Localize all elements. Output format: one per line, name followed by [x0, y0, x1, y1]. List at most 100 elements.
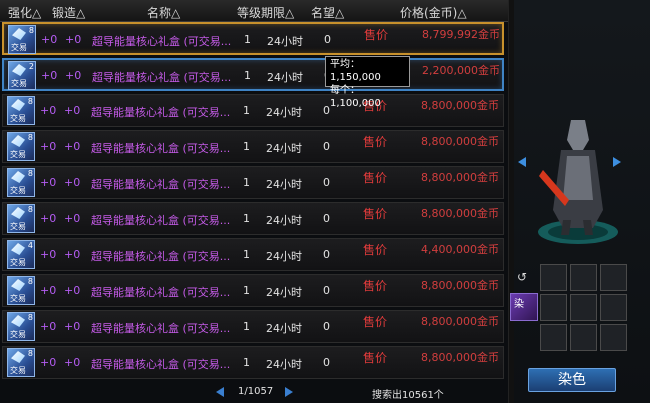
forge-value: +0	[64, 104, 81, 117]
next-page-icon[interactable]	[283, 386, 295, 398]
item-icon[interactable]: 8 交易	[7, 204, 35, 233]
sort-price-header[interactable]: 价格(金币)△	[400, 4, 467, 21]
enhance-value: +0	[41, 69, 58, 82]
auction-row[interactable]: 8 交易 +0 +0 超导能量核心礼盒 (可交易... 1 24小时 0 售价 8…	[2, 346, 504, 379]
equipment-slot[interactable]	[600, 324, 627, 351]
forge-value: +0	[64, 356, 81, 369]
character-preview	[538, 120, 618, 244]
sell-label: 售价	[363, 171, 388, 185]
auction-row[interactable]: 8 交易 +0 +0 超导能量核心礼盒 (可交易... 1 24小时 0 售价 8…	[2, 310, 504, 343]
fame-value: 0	[323, 356, 330, 369]
fame-value: 0	[324, 33, 331, 46]
dye-item-slot[interactable]: 染	[510, 293, 538, 321]
equipment-slot[interactable]	[540, 324, 567, 351]
price-value: 2,200,000金币	[422, 64, 500, 77]
fame-value: 0	[323, 320, 330, 333]
auction-row[interactable]: 8 交易 +0 +0 超导能量核心礼盒 (可交易... 1 24小时 0 售价 8…	[2, 274, 504, 307]
item-name: 超导能量核心礼盒 (可交易...	[92, 71, 232, 84]
page-indicator: 1/1057	[238, 386, 274, 397]
item-name: 超导能量核心礼盒 (可交易...	[92, 35, 232, 48]
prev-page-icon[interactable]	[214, 386, 226, 398]
sort-enhance-header[interactable]: 强化△	[8, 4, 41, 21]
period-value: 24小时	[266, 214, 302, 227]
item-name: 超导能量核心礼盒 (可交易...	[91, 358, 231, 371]
undo-icon[interactable]: ↺	[517, 270, 527, 284]
level-value: 1	[243, 104, 250, 117]
period-value: 24小时	[266, 250, 302, 263]
equipment-slot[interactable]	[600, 264, 627, 291]
auction-row[interactable]: 8 交易 +0 +0 超导能量核心礼盒 (可交易... 1 24小时 0 售价 8…	[2, 22, 504, 55]
tooltip-average: 平均：1,150,000	[330, 59, 381, 83]
item-name: 超导能量核心礼盒 (可交易...	[91, 178, 231, 191]
dye-button[interactable]: 染色	[528, 368, 616, 392]
item-icon[interactable]: 8 交易	[8, 25, 36, 54]
auction-row[interactable]: 2交易 +0 +0 超导能量核心礼盒 (可交易... 1 24小时 0 售价 2…	[2, 58, 504, 91]
level-value: 1	[244, 69, 251, 82]
auction-row[interactable]: 8 交易 +0 +0 超导能量核心礼盒 (可交易... 1 24小时 0 售价 8…	[2, 130, 504, 163]
price-value: 8,800,000金币	[421, 171, 499, 184]
item-icon[interactable]: 8 交易	[7, 276, 35, 305]
equipment-slot[interactable]	[540, 294, 567, 321]
dye-tag-label: 染	[514, 299, 524, 310]
price-tooltip: 平均：1,150,000 每个：1,100,000	[325, 56, 410, 109]
period-value: 24小时	[266, 106, 302, 119]
equipment-slot[interactable]	[570, 264, 597, 291]
auction-row[interactable]: 8 交易 +0 +0 超导能量核心礼盒 (可交易... 1 24小时 0 售价 8…	[2, 166, 504, 199]
search-result-count: 搜索出10561个	[372, 390, 444, 401]
level-value: 1	[243, 176, 250, 189]
sell-label: 售价	[363, 351, 388, 365]
period-value: 24小时	[266, 358, 302, 371]
enhance-value: +0	[40, 320, 57, 333]
column-header-bar: 强化△ 锻造△ 名称△ 等级期限△ 名望△ 价格(金币)△	[0, 0, 508, 22]
forge-value: +0	[65, 33, 82, 46]
enhance-value: +0	[40, 176, 57, 189]
sell-label: 售价	[363, 135, 388, 149]
forge-value: +0	[64, 248, 81, 261]
fame-value: 0	[323, 212, 330, 225]
fame-value: 0	[323, 104, 330, 117]
price-value: 8,800,000金币	[421, 315, 499, 328]
level-value: 1	[243, 140, 250, 153]
period-value: 24小时	[267, 35, 303, 48]
item-icon[interactable]: 8 交易	[7, 168, 35, 197]
item-name: 超导能量核心礼盒 (可交易...	[91, 322, 231, 335]
enhance-value: +0	[40, 284, 57, 297]
sort-level-period-header[interactable]: 等级期限△	[237, 4, 294, 21]
period-value: 24小时	[266, 142, 302, 155]
equipment-slot[interactable]	[570, 324, 597, 351]
item-name: 超导能量核心礼盒 (可交易...	[91, 250, 231, 263]
item-icon[interactable]: 8 交易	[7, 96, 35, 125]
period-value: 24小时	[266, 178, 302, 191]
price-value: 4,400,000金币	[421, 243, 499, 256]
item-icon[interactable]: 8 交易	[7, 132, 35, 161]
price-value: 8,800,000金币	[421, 207, 499, 220]
enhance-value: +0	[40, 212, 57, 225]
price-value: 8,800,000金币	[421, 135, 499, 148]
equipment-slot[interactable]	[540, 264, 567, 291]
tooltip-each: 每个：1,100,000	[330, 85, 381, 109]
forge-value: +0	[64, 176, 81, 189]
sort-fame-header[interactable]: 名望△	[311, 4, 344, 21]
fame-value: 0	[323, 140, 330, 153]
auction-row[interactable]: 8 交易 +0 +0 超导能量核心礼盒 (可交易... 1 24小时 0 售价 8…	[2, 94, 504, 127]
level-value: 1	[244, 33, 251, 46]
fame-value: 0	[323, 176, 330, 189]
sort-name-header[interactable]: 名称△	[147, 4, 180, 21]
fame-value: 0	[323, 248, 330, 261]
item-icon[interactable]: 4 交易	[7, 240, 35, 269]
sort-forge-header[interactable]: 锻造△	[52, 4, 85, 21]
item-name: 超导能量核心礼盒 (可交易...	[91, 214, 231, 227]
enhance-value: +0	[40, 104, 57, 117]
level-value: 1	[243, 356, 250, 369]
item-icon[interactable]: 8 交易	[7, 312, 35, 341]
equipment-slot[interactable]	[600, 294, 627, 321]
sell-label: 售价	[363, 243, 388, 257]
auction-row[interactable]: 8 交易 +0 +0 超导能量核心礼盒 (可交易... 1 24小时 0 售价 8…	[2, 202, 504, 235]
item-icon[interactable]: 8 交易	[7, 348, 35, 377]
level-value: 1	[243, 320, 250, 333]
equipment-slot[interactable]	[570, 294, 597, 321]
price-value: 8,800,000金币	[421, 351, 499, 364]
auction-row[interactable]: 4 交易 +0 +0 超导能量核心礼盒 (可交易... 1 24小时 0 售价 4…	[2, 238, 504, 271]
item-icon[interactable]: 2 交易	[8, 61, 36, 90]
level-value: 1	[243, 284, 250, 297]
